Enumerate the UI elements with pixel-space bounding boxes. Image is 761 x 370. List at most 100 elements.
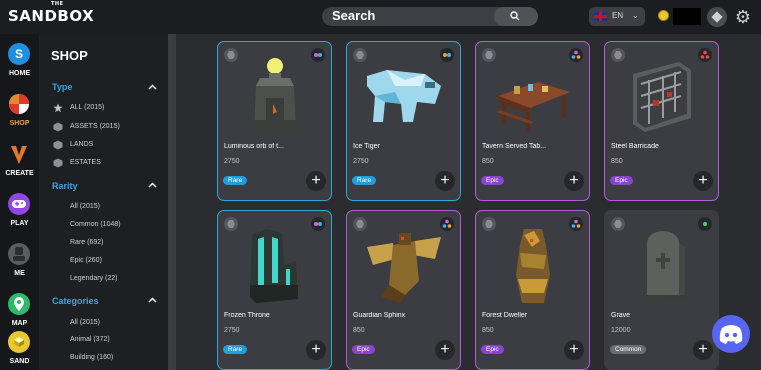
tavern-table-icon (496, 82, 570, 132)
filter-type-estates[interactable]: ESTATES (70, 159, 101, 166)
chevron-down-icon: ⌄ (632, 11, 639, 20)
add-to-cart-button[interactable]: + (435, 171, 455, 191)
land-icon (53, 140, 63, 150)
sandbox-logo[interactable]: THE SANDBOX (8, 1, 95, 25)
star-icon (53, 103, 63, 113)
sidebar-title: SHOP (51, 48, 88, 63)
sandbox-shop-app: THE SANDBOX Search EN ⌄ ⚙ S HOME SHOP CR… (0, 0, 761, 370)
asset-card[interactable]: Luminous orb of t... 2750 Rare + (217, 41, 332, 201)
diamond-icon[interactable] (707, 7, 727, 27)
nav-item-create[interactable]: CREATE (0, 139, 39, 189)
asset-card[interactable]: Grave 12000 Common + (604, 210, 719, 370)
discord-button[interactable] (712, 315, 750, 353)
estate-icon (53, 158, 63, 168)
filter-rarity-all[interactable]: All (2015) (70, 203, 100, 210)
add-to-cart-button[interactable]: + (693, 171, 713, 191)
steel-barricade-icon (633, 62, 691, 132)
filter-section-rarity[interactable]: Rarity (52, 181, 78, 191)
filter-section-categories[interactable]: Categories (52, 296, 99, 306)
asset-price: 850 (353, 327, 365, 334)
asset-name: Grave (611, 312, 631, 319)
filter-rarity-common[interactable]: Common (1048) (70, 221, 121, 228)
rarity-badge: Epic (610, 176, 633, 185)
nav-item-shop[interactable]: SHOP (0, 89, 39, 139)
search-icon (510, 11, 520, 21)
rarity-badge: Rare (223, 176, 248, 185)
asset-name: Forest Dweller (482, 312, 528, 319)
rarity-badge: Rare (223, 345, 248, 354)
filter-category-building[interactable]: Building (160) (70, 354, 113, 361)
sand-icon (8, 331, 30, 353)
rarity-badge: Epic (481, 176, 504, 185)
asset-price: 12000 (611, 327, 631, 334)
orb-tower-icon (254, 58, 296, 134)
add-to-cart-button[interactable]: + (564, 340, 584, 360)
rarity-badge: Rare (352, 176, 377, 185)
uk-flag-icon (594, 12, 607, 21)
rarity-badge: Epic (481, 345, 504, 354)
nav-label: MAP (11, 320, 28, 327)
nav-label: ME (14, 270, 25, 277)
asset-card[interactable]: Guardian Sphinx 850 Epic + (346, 210, 461, 370)
nav-item-play[interactable]: PLAY (0, 189, 39, 239)
filter-category-all[interactable]: All (2015) (70, 319, 100, 326)
add-to-cart-button[interactable]: + (435, 340, 455, 360)
add-to-cart-button[interactable]: + (564, 171, 584, 191)
nav-label: SHOP (9, 120, 30, 127)
nav-label: SAND (9, 358, 30, 365)
filter-rarity-rare[interactable]: Rare (692) (70, 239, 103, 246)
main-nav: S HOME SHOP CREATE PLAY ME MAP SAND (0, 34, 39, 370)
nav-label: PLAY (10, 220, 29, 227)
asset-card[interactable]: Frozen Throne 2750 Rare + (217, 210, 332, 370)
asset-card[interactable]: Forest Dweller 850 Epic + (475, 210, 590, 370)
logo-small-text: THE (51, 1, 64, 7)
asset-card[interactable]: Steel Barricade 850 Epic + (604, 41, 719, 201)
asset-name: Frozen Throne (224, 312, 270, 319)
language-code: EN (612, 11, 624, 20)
gear-icon[interactable]: ⚙ (733, 7, 753, 27)
rarity-badge: Common (610, 345, 647, 354)
filter-rarity-legendary[interactable]: Legendary (22) (70, 275, 117, 282)
search-bar[interactable]: Search (322, 7, 538, 26)
filter-section-type[interactable]: Type (52, 82, 72, 92)
chevron-up-icon[interactable] (148, 181, 157, 190)
search-button[interactable] (494, 7, 538, 26)
guardian-sphinx-icon (367, 233, 441, 303)
coin-icon (658, 10, 669, 21)
asset-name: Luminous orb of t... (224, 143, 284, 150)
wallet-balance[interactable] (673, 8, 701, 25)
add-to-cart-button[interactable]: + (306, 340, 326, 360)
asset-cube-icon (53, 122, 63, 132)
shop-icon (8, 93, 30, 115)
asset-name: Guardian Sphinx (353, 312, 406, 319)
shop-filter-sidebar: SHOP Type ALL (2015) ASSETS (2015) LANDS… (39, 34, 172, 370)
nav-item-home[interactable]: S HOME (0, 39, 39, 89)
chevron-up-icon[interactable] (148, 83, 157, 92)
forest-dweller-icon (516, 229, 550, 303)
asset-price: 850 (482, 158, 494, 165)
add-to-cart-button[interactable]: + (306, 171, 326, 191)
asset-price: 850 (482, 327, 494, 334)
filter-type-assets[interactable]: ASSETS (2015) (70, 123, 120, 130)
filter-type-all[interactable]: ALL (2015) (70, 104, 104, 111)
gravestone-icon (637, 231, 691, 303)
filter-category-animal[interactable]: Animal (372) (70, 336, 110, 343)
map-pin-icon (8, 293, 30, 315)
search-input[interactable]: Search (332, 8, 375, 23)
ice-tiger-icon (367, 70, 441, 122)
frozen-throne-icon (250, 229, 298, 303)
asset-price: 850 (611, 158, 623, 165)
language-selector[interactable]: EN ⌄ (589, 7, 645, 26)
filter-rarity-epic[interactable]: Epic (260) (70, 257, 102, 264)
nav-item-sand[interactable]: SAND (0, 327, 39, 370)
chevron-up-icon[interactable] (148, 296, 157, 305)
asset-card[interactable]: Tavern Served Tab... 850 Epic + (475, 41, 590, 201)
asset-card[interactable]: Ice Tiger 2750 Rare + (346, 41, 461, 201)
gamepad-icon (8, 193, 30, 215)
logo-text: SANDBOX (8, 7, 95, 25)
asset-price: 2750 (224, 158, 240, 165)
nav-item-me[interactable]: ME (0, 239, 39, 289)
add-to-cart-button[interactable]: + (693, 340, 713, 360)
rarity-badge: Epic (352, 345, 375, 354)
filter-type-lands[interactable]: LANDS (70, 141, 93, 148)
